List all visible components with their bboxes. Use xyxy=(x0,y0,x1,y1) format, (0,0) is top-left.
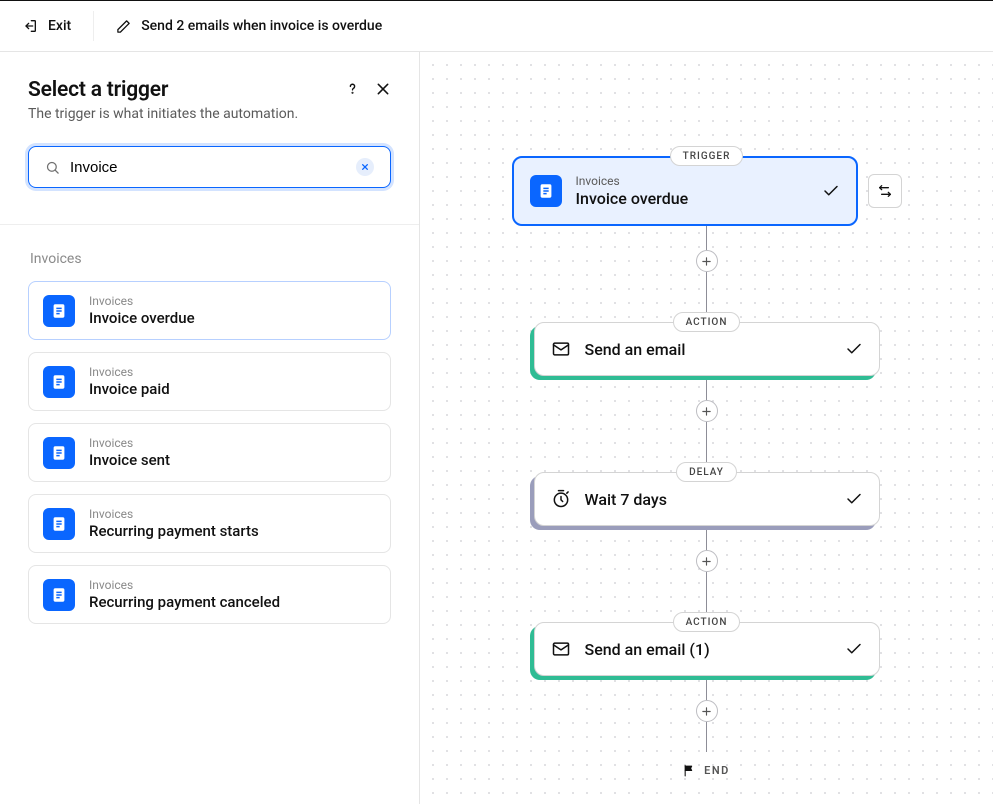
trigger-category: Invoices xyxy=(89,578,280,592)
connector xyxy=(706,676,708,700)
trigger-option-invoice-paid[interactable]: Invoices Invoice paid xyxy=(28,352,391,411)
connector xyxy=(706,376,708,400)
panel-title: Select a trigger xyxy=(28,78,298,102)
trigger-category: Invoices xyxy=(89,436,170,450)
document-icon xyxy=(43,579,75,611)
automation-title-button[interactable]: Send 2 emails when invoice is overdue xyxy=(104,10,394,42)
check-icon xyxy=(845,490,863,508)
swap-trigger-button[interactable] xyxy=(868,174,902,208)
node-title: Invoice overdue xyxy=(576,189,808,208)
search-input-wrap[interactable] xyxy=(28,146,391,188)
connector xyxy=(706,572,708,612)
add-step-button[interactable] xyxy=(696,250,718,272)
trigger-category: Invoices xyxy=(89,507,259,521)
document-icon xyxy=(530,175,562,207)
document-icon xyxy=(43,437,75,469)
toolbar-divider xyxy=(93,11,94,41)
trigger-name: Recurring payment canceled xyxy=(89,593,280,611)
connector xyxy=(706,422,708,462)
flow-canvas[interactable]: TRIGGER Invoices Invoice overdue xyxy=(420,52,993,804)
node-title: Send an email (1) xyxy=(585,640,831,659)
help-icon[interactable] xyxy=(344,80,361,97)
connector xyxy=(706,526,708,550)
trigger-name: Invoice paid xyxy=(89,380,170,398)
trigger-option-recurring-starts[interactable]: Invoices Recurring payment starts xyxy=(28,494,391,553)
trigger-name: Recurring payment starts xyxy=(89,522,259,540)
trigger-list: Invoices Invoice overdue Invoices Invoic… xyxy=(28,281,391,624)
check-icon xyxy=(845,640,863,658)
exit-label: Exit xyxy=(48,18,71,34)
document-icon xyxy=(43,508,75,540)
node-category: Invoices xyxy=(576,174,808,188)
trigger-pill: TRIGGER xyxy=(670,146,744,166)
document-icon xyxy=(43,295,75,327)
action-pill: ACTION xyxy=(673,612,741,632)
automation-title: Send 2 emails when invoice is overdue xyxy=(141,18,382,34)
document-icon xyxy=(43,366,75,398)
mail-icon xyxy=(551,339,571,359)
flag-icon xyxy=(683,764,696,777)
connector xyxy=(706,272,708,312)
check-icon xyxy=(845,340,863,358)
delay-pill: DELAY xyxy=(676,462,737,482)
trigger-category: Invoices xyxy=(89,294,195,308)
top-bar: Exit Send 2 emails when invoice is overd… xyxy=(0,0,993,52)
end-marker: END xyxy=(683,764,730,777)
clear-search-icon[interactable] xyxy=(356,158,374,176)
exit-icon xyxy=(22,18,38,34)
add-step-button[interactable] xyxy=(696,700,718,722)
group-label: Invoices xyxy=(30,251,391,267)
search-icon xyxy=(45,160,60,175)
add-step-button[interactable] xyxy=(696,550,718,572)
pencil-icon xyxy=(116,19,131,34)
add-step-button[interactable] xyxy=(696,400,718,422)
panel-divider xyxy=(0,224,419,225)
action-pill: ACTION xyxy=(673,312,741,332)
check-icon xyxy=(822,182,840,200)
trigger-category: Invoices xyxy=(89,365,170,379)
trigger-name: Invoice overdue xyxy=(89,309,195,327)
connector xyxy=(706,722,708,752)
mail-icon xyxy=(551,639,571,659)
end-label: END xyxy=(704,764,730,777)
connector xyxy=(706,226,708,250)
trigger-option-invoice-sent[interactable]: Invoices Invoice sent xyxy=(28,423,391,482)
trigger-node[interactable]: Invoices Invoice overdue xyxy=(512,156,858,226)
node-title: Send an email xyxy=(585,340,831,359)
close-icon[interactable] xyxy=(375,81,391,97)
exit-button[interactable]: Exit xyxy=(10,10,83,42)
search-input[interactable] xyxy=(70,159,356,176)
trigger-option-invoice-overdue[interactable]: Invoices Invoice overdue xyxy=(28,281,391,340)
node-title: Wait 7 days xyxy=(585,490,831,509)
stopwatch-icon xyxy=(551,489,571,509)
trigger-panel: Select a trigger The trigger is what ini… xyxy=(0,52,420,804)
trigger-name: Invoice sent xyxy=(89,451,170,469)
trigger-option-recurring-canceled[interactable]: Invoices Recurring payment canceled xyxy=(28,565,391,624)
panel-subtitle: The trigger is what initiates the automa… xyxy=(28,106,298,122)
